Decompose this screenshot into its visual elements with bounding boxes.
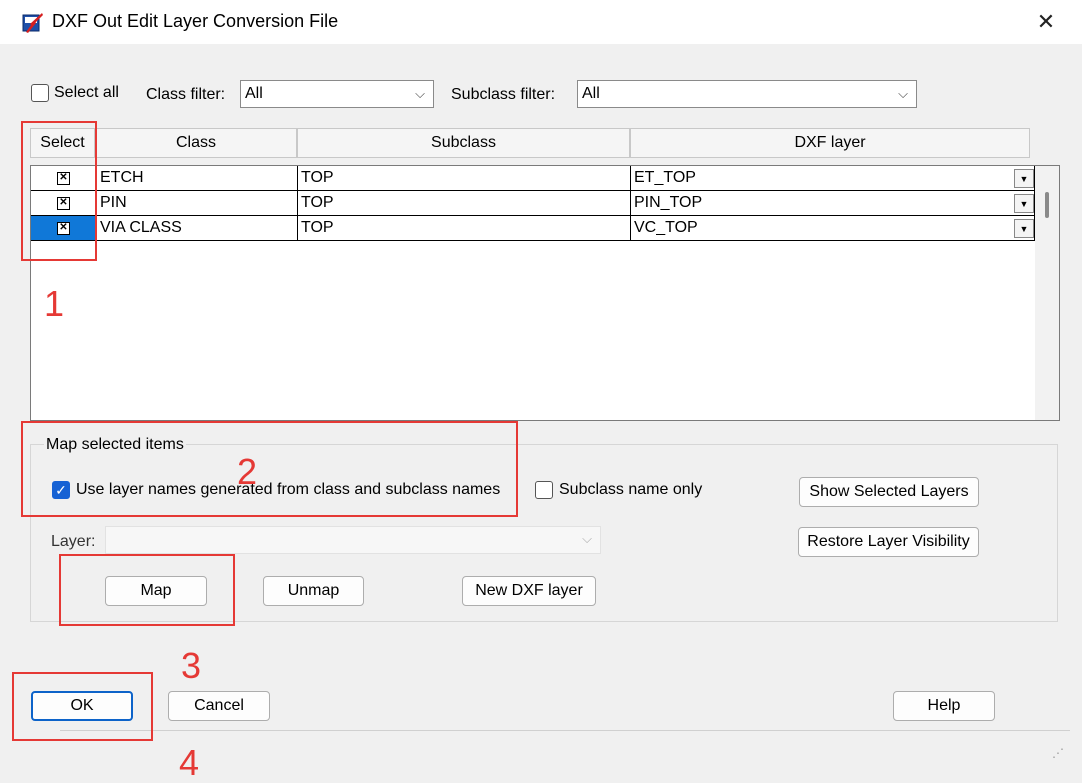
layer-select[interactable]: ⌵ [105,526,601,554]
column-header-class[interactable]: Class [95,128,297,158]
column-header-dxf-layer[interactable]: DXF layer [630,128,1030,158]
class-filter-select[interactable]: All ⌵ [240,80,434,108]
class-cell[interactable]: PIN [97,191,298,216]
close-icon[interactable]: ✕ [1020,0,1072,44]
dropdown-arrow-icon[interactable]: ▼ [1014,219,1034,238]
class-cell[interactable]: ETCH [97,166,298,191]
title-bar: DXF Out Edit Layer Conversion File ✕ [0,0,1082,44]
divider [60,730,1070,731]
dropdown-arrow-icon[interactable]: ▼ [1014,194,1034,213]
subclass-filter-label: Subclass filter: [451,86,556,103]
annotation-number-1: 1 [44,283,65,324]
annotation-number-2: 2 [237,451,258,492]
table-row[interactable]: ✕ VIA CLASS TOP VC_TOP ▼ [31,216,1035,241]
chevron-down-icon: ⌵ [415,86,425,101]
show-selected-layers-button[interactable]: Show Selected Layers [799,477,979,507]
subclass-filter-value: All [582,85,600,102]
dxf-layer-value: ET_TOP [634,169,696,186]
subclass-only-label: Subclass name only [559,481,703,498]
new-dxf-layer-button[interactable]: New DXF layer [462,576,596,606]
dxf-layer-cell[interactable]: ET_TOP ▼ [631,166,1035,191]
dxf-layer-cell[interactable]: VC_TOP ▼ [631,216,1035,241]
help-button[interactable]: Help [893,691,995,721]
annotation-box-2 [21,421,518,517]
subclass-cell[interactable]: TOP [298,166,631,191]
layer-label: Layer: [51,533,96,550]
scrollbar-thumb[interactable] [1045,192,1049,218]
window-title: DXF Out Edit Layer Conversion File [52,11,339,31]
chevron-down-icon: ⌵ [582,531,592,546]
resize-grip-icon[interactable]: ⋰ [1052,746,1064,760]
select-all-checkbox[interactable] [31,84,49,102]
dxf-layer-value: PIN_TOP [634,194,703,211]
class-cell[interactable]: VIA CLASS [97,216,298,241]
table-row[interactable]: ✕ ETCH TOP ET_TOP ▼ [31,166,1035,191]
dxf-layer-cell[interactable]: PIN_TOP ▼ [631,191,1035,216]
class-filter-value: All [245,85,263,102]
subclass-only-checkbox[interactable] [535,481,553,499]
dropdown-arrow-icon[interactable]: ▼ [1014,169,1034,188]
restore-layer-visibility-button[interactable]: Restore Layer Visibility [798,527,979,557]
subclass-filter-select[interactable]: All ⌵ [577,80,917,108]
unmap-button[interactable]: Unmap [263,576,364,606]
annotation-number-4: 4 [179,742,200,783]
subclass-cell[interactable]: TOP [298,216,631,241]
cancel-button[interactable]: Cancel [168,691,270,721]
chevron-down-icon: ⌵ [898,86,908,101]
class-filter-label: Class filter: [146,86,226,103]
select-all-label: Select all [54,84,119,101]
annotation-box-4 [12,672,153,741]
subclass-cell[interactable]: TOP [298,191,631,216]
layer-mapping-grid: ✕ ETCH TOP ET_TOP ▼ ✕ PIN TOP PIN_TOP ▼ … [30,165,1060,421]
grid-scrollbar[interactable] [1035,166,1059,420]
table-row[interactable]: ✕ PIN TOP PIN_TOP ▼ [31,191,1035,216]
annotation-number-3: 3 [181,645,202,686]
dxf-layer-value: VC_TOP [634,219,698,236]
annotation-box-3 [59,554,235,626]
column-header-subclass[interactable]: Subclass [297,128,630,158]
dxf-app-icon [22,12,44,34]
annotation-box-1 [21,121,97,261]
